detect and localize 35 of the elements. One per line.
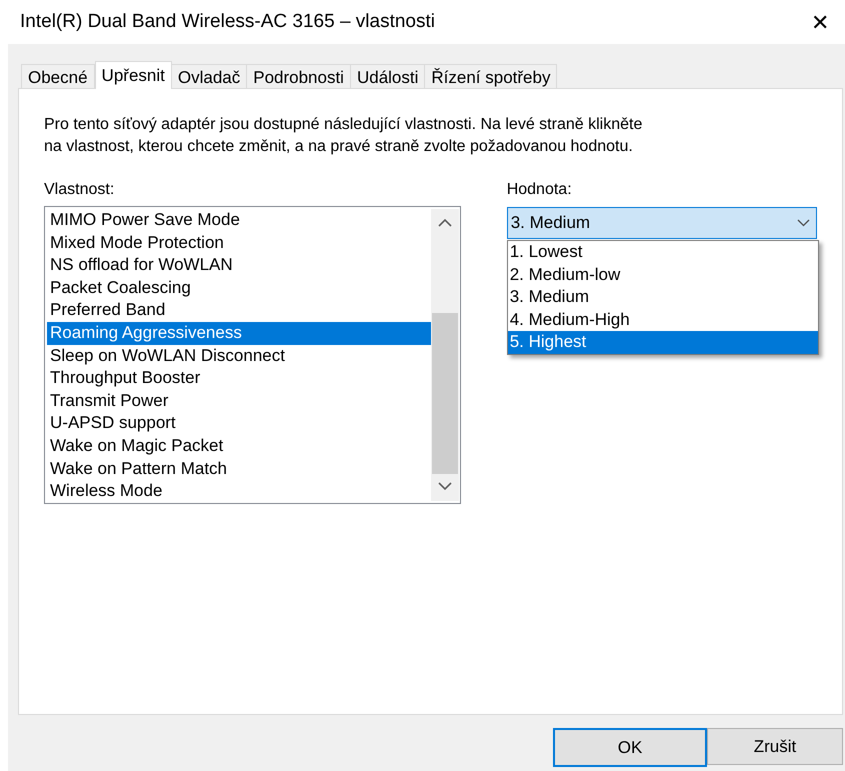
list-item[interactable]: Mixed Mode Protection xyxy=(47,232,431,254)
list-item[interactable]: NS offload for WoWLAN xyxy=(47,254,431,277)
list-item[interactable]: Sleep on WoWLAN Disconnect xyxy=(47,344,431,368)
list-item[interactable]: Throughput Booster xyxy=(47,367,431,390)
dialog-button[interactable]: Zrušit xyxy=(707,728,843,765)
property-label: Vlastnost: xyxy=(44,180,116,200)
dropdown-option[interactable]: 3. Medium xyxy=(508,286,818,309)
dropdown-option[interactable]: 5. Highest xyxy=(508,331,818,354)
value-dropdown[interactable]: 3. Medium xyxy=(506,207,817,239)
scroll-up-icon[interactable] xyxy=(438,218,452,227)
list-item[interactable]: Wireless Mode xyxy=(47,480,431,503)
value-label: Hodnota: xyxy=(506,180,573,200)
description-text: Pro tento síťový adaptér jsou dostupné následující vlastnosti. Na levé straně klikněte na vlastnost, kterou chcete změnit, a na pravé straně zvolte požadovanou hodnotu. xyxy=(44,115,644,157)
dropdown-option[interactable]: 1. Lowest xyxy=(508,241,818,264)
list-item[interactable]: U-APSD support xyxy=(47,412,431,435)
property-listbox[interactable] xyxy=(44,206,461,504)
list-item[interactable]: Wake on Pattern Match xyxy=(47,458,431,480)
window-title: Intel(R) Dual Band Wireless-AC 3165 – vlastnosti xyxy=(20,10,436,34)
list-item[interactable]: Packet Coalescing xyxy=(47,276,431,300)
list-item[interactable]: Wake on Magic Packet xyxy=(47,434,431,458)
tab[interactable]: Řízení spotřeby xyxy=(424,64,558,88)
dropdown-option[interactable]: 4. Medium-High xyxy=(508,308,818,332)
list-item[interactable]: Preferred Band xyxy=(47,299,431,322)
scrollbar[interactable] xyxy=(430,209,459,501)
list-item[interactable]: MIMO Power Save Mode xyxy=(47,209,431,232)
list-item[interactable]: Roaming Aggressiveness xyxy=(47,322,431,345)
tab[interactable]: Obecné xyxy=(21,64,95,88)
list-item[interactable]: Transmit Power xyxy=(47,390,431,412)
dialog-button[interactable]: OK xyxy=(553,728,707,767)
tab[interactable]: Upřesnit xyxy=(94,61,172,89)
scroll-down-icon[interactable] xyxy=(438,482,452,491)
scroll-thumb[interactable] xyxy=(432,313,458,474)
chevron-down-icon xyxy=(797,219,810,227)
close-button[interactable]: ✕ xyxy=(805,7,835,37)
dropdown-option[interactable]: 2. Medium-low xyxy=(508,264,818,286)
